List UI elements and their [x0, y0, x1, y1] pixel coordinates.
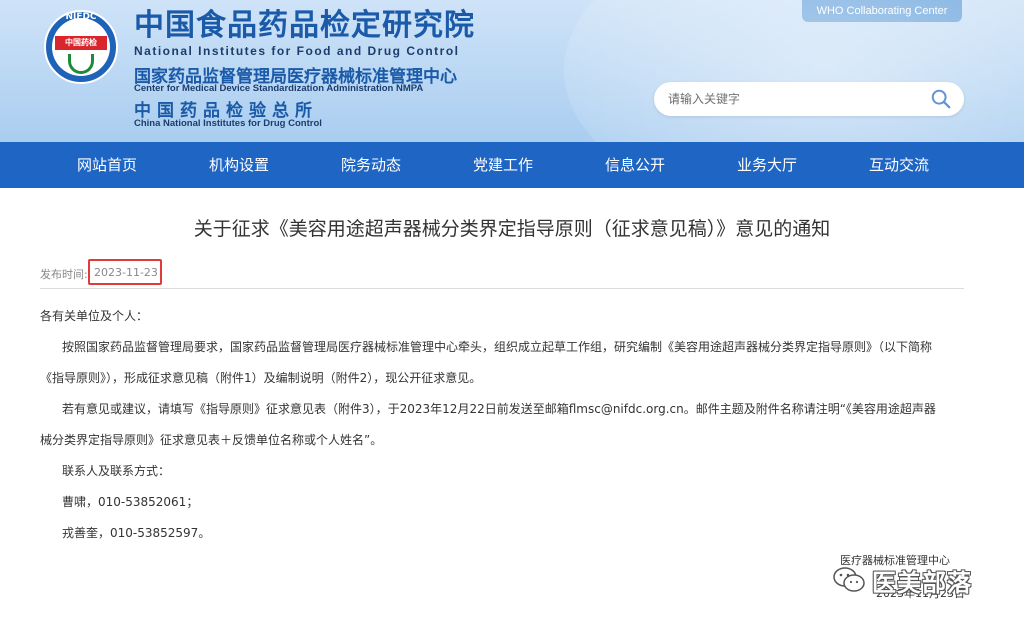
- nav-item-services[interactable]: 业务大厅: [712, 142, 822, 188]
- para1-line2: 《指导原则》），形成征求意见稿（附件1）及编制说明（附件2），现公开征求意见。: [40, 371, 482, 385]
- greeting: 各有关单位及个人：: [40, 309, 149, 323]
- article-title: 关于征求《美容用途超声器械分类界定指导原则（征求意见稿）》意见的通知: [193, 218, 831, 240]
- site-header: NIFDC 中国药检 中国食品药品检定研究院 National Institut…: [0, 0, 1024, 142]
- signature-date: 2023年11月23日: [876, 587, 965, 600]
- search-icon[interactable]: [930, 88, 952, 110]
- nav-item-organization[interactable]: 机构设置: [184, 142, 294, 188]
- title-divider: [40, 288, 964, 289]
- main-nav: 网站首页 机构设置 院务动态 党建工作 信息公开 业务大厅 互动交流: [0, 142, 1024, 188]
- contact-label: 联系人及联系方式：: [62, 464, 171, 478]
- nav-item-disclosure[interactable]: 信息公开: [580, 142, 690, 188]
- contact-1: 曹啸，010-53852061；: [62, 495, 199, 509]
- who-collaborating-link[interactable]: WHO Collaborating Center: [802, 0, 962, 22]
- logo-band: 中国药检: [55, 36, 107, 50]
- contact-2: 戎善奎，010-53852597。: [62, 526, 211, 540]
- publish-label: 发布时间:: [40, 266, 88, 282]
- nav-item-home[interactable]: 网站首页: [52, 142, 162, 188]
- nav-item-party[interactable]: 党建工作: [448, 142, 558, 188]
- para1-line1: 按照国家药品监督管理局要求，国家药品监督管理局医疗器械标准管理中心牵头，组织成立…: [62, 340, 933, 354]
- para2-line2: 械分类界定指导原则》征求意见表＋反馈单位名称或个人姓名”。: [40, 433, 383, 447]
- wechat-icon: [833, 567, 865, 592]
- site-name-en: National Institutes for Food and Drug Co…: [134, 44, 460, 58]
- publish-date: 2023-11-23: [94, 266, 158, 279]
- institute-name-en: China National Institutes for Drug Contr…: [134, 118, 322, 129]
- signature-org: 医疗器械标准管理中心: [840, 554, 950, 567]
- para2-line1: 若有意见或建议，请填写《指导原则》征求意见表（附件3），于2023年12月22日…: [62, 402, 936, 416]
- search-box: [654, 82, 964, 116]
- site-name-cn: 中国食品药品检定研究院: [134, 8, 475, 43]
- search-input[interactable]: [668, 89, 918, 109]
- center-name-en: Center for Medical Device Standardizatio…: [134, 83, 424, 94]
- nifdc-logo[interactable]: NIFDC 中国药检: [44, 10, 118, 84]
- publish-time-label: 发布时间:: [40, 268, 88, 281]
- nav-item-news[interactable]: 院务动态: [316, 142, 426, 188]
- nav-item-interaction[interactable]: 互动交流: [844, 142, 954, 188]
